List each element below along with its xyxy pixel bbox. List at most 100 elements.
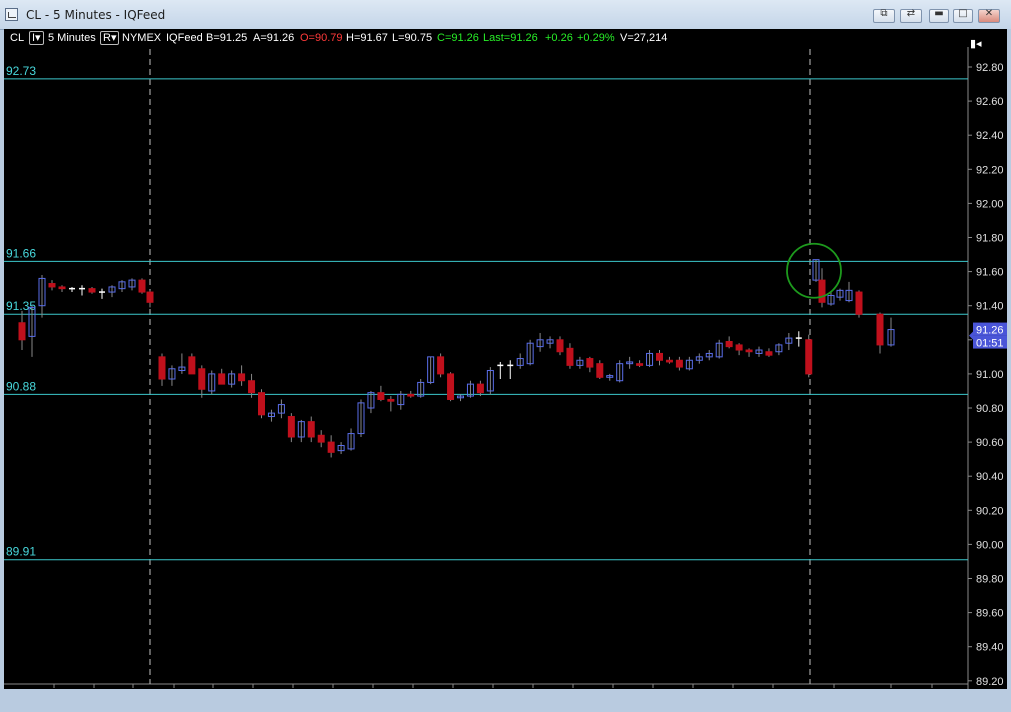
candle-body	[387, 398, 395, 402]
candle	[516, 353, 524, 369]
candle-body	[327, 441, 335, 453]
candle-body	[238, 373, 246, 382]
y-tick-label: 91.00	[976, 369, 1004, 381]
candle-body	[317, 434, 325, 443]
candle	[705, 350, 713, 361]
minimize-icon: ▬	[934, 8, 944, 19]
candle	[566, 343, 574, 369]
maximize-icon: □	[958, 8, 968, 19]
interval-label[interactable]: 5 Minutes	[48, 32, 96, 44]
price-level-label: 91.66	[6, 246, 36, 260]
candle	[586, 356, 594, 373]
candle-body	[248, 380, 256, 394]
open-value: O=90.79	[300, 32, 343, 44]
candle	[267, 409, 275, 422]
candle-body	[805, 339, 813, 375]
candle	[168, 365, 176, 386]
low-value: L=90.75	[392, 32, 433, 44]
candle	[427, 356, 435, 385]
candle	[526, 339, 534, 366]
link-button[interactable]: ⇄	[900, 8, 922, 23]
ask-value: A=91.26	[253, 32, 295, 44]
candle-body	[18, 322, 26, 341]
candle	[99, 288, 105, 299]
candle	[876, 312, 884, 354]
minimize-button[interactable]: ▬	[929, 8, 949, 23]
candle	[258, 389, 265, 419]
candle	[377, 385, 385, 402]
price-level-label: 89.91	[6, 545, 36, 559]
close-button[interactable]: ✕	[978, 8, 1000, 23]
candle	[447, 372, 455, 402]
candle	[38, 275, 46, 318]
candle	[818, 268, 826, 308]
candle-body	[48, 283, 56, 288]
candle	[507, 360, 514, 380]
candle	[48, 280, 56, 291]
highlight-circle-marker	[786, 242, 842, 299]
candle	[146, 290, 154, 308]
y-tick-label: 91.40	[976, 301, 1004, 313]
y-tick-label: 90.00	[976, 539, 1004, 551]
candle	[417, 379, 425, 398]
candle	[775, 343, 783, 356]
candle	[695, 353, 703, 364]
y-tick-label: 90.40	[976, 471, 1004, 483]
candle	[795, 331, 802, 347]
symbol-label[interactable]: CL	[10, 32, 24, 44]
chart-area[interactable]: 92.80 92.60 92.40 92.20 92.00 91.80 91.60 91.40…	[4, 29, 1007, 689]
close-icon: ✕	[984, 8, 994, 19]
candle-body	[656, 352, 663, 361]
candlestick-chart[interactable]: 92.80 92.60 92.40 92.20 92.00 91.80 91.60 91.40…	[4, 29, 1007, 689]
candle-body	[725, 341, 733, 348]
candle	[128, 278, 136, 291]
candle-body	[735, 344, 743, 351]
candle	[836, 288, 844, 301]
candle	[198, 365, 206, 398]
candle	[476, 380, 484, 397]
window-titlebar[interactable]: CL - 5 Minutes - IQFeed ⧉ ⇄ ▬ □ ✕	[0, 0, 1011, 30]
candle	[437, 353, 445, 378]
candle	[646, 350, 654, 368]
restore-layout-icon: ⧉	[880, 8, 888, 19]
candle-body	[876, 313, 884, 346]
countdown-label: 01:51	[976, 338, 1004, 350]
interval-menu-button[interactable]: I▾	[29, 31, 44, 45]
candle	[407, 390, 415, 398]
candle	[118, 280, 126, 293]
range-menu-button[interactable]: R▾	[100, 31, 120, 45]
scroll-to-end-button[interactable]: ▮◂	[970, 37, 994, 53]
last-price-pointer	[969, 331, 973, 340]
candle	[656, 350, 663, 366]
candle	[277, 399, 285, 419]
candle	[238, 365, 246, 386]
window-title: CL - 5 Minutes - IQFeed	[26, 8, 166, 22]
candle-body	[287, 416, 295, 438]
candle	[845, 281, 853, 303]
candle	[337, 442, 345, 455]
candle	[347, 428, 355, 451]
candle	[58, 285, 66, 293]
candle-body	[636, 363, 644, 366]
candle-body	[188, 356, 196, 375]
candle	[735, 343, 743, 356]
y-tick-label: 92.60	[976, 96, 1004, 108]
restore-layout-button[interactable]: ⧉	[873, 8, 895, 23]
candle	[457, 394, 464, 402]
candle	[675, 356, 683, 371]
close-value: C=91.26	[437, 32, 479, 44]
maximize-button[interactable]: □	[953, 8, 973, 23]
candle-body	[855, 291, 863, 315]
candle	[715, 339, 723, 359]
y-tick-label: 92.40	[976, 130, 1004, 142]
candle-body	[307, 421, 315, 438]
candle-body	[586, 358, 594, 368]
candle	[317, 430, 325, 448]
candle	[785, 332, 793, 351]
candle	[327, 435, 335, 458]
candle-body	[437, 356, 445, 375]
candle-body	[745, 349, 753, 353]
candle-body	[765, 351, 773, 356]
link-icon: ⇄	[906, 8, 916, 19]
volume-value: V=27,214	[620, 32, 668, 44]
